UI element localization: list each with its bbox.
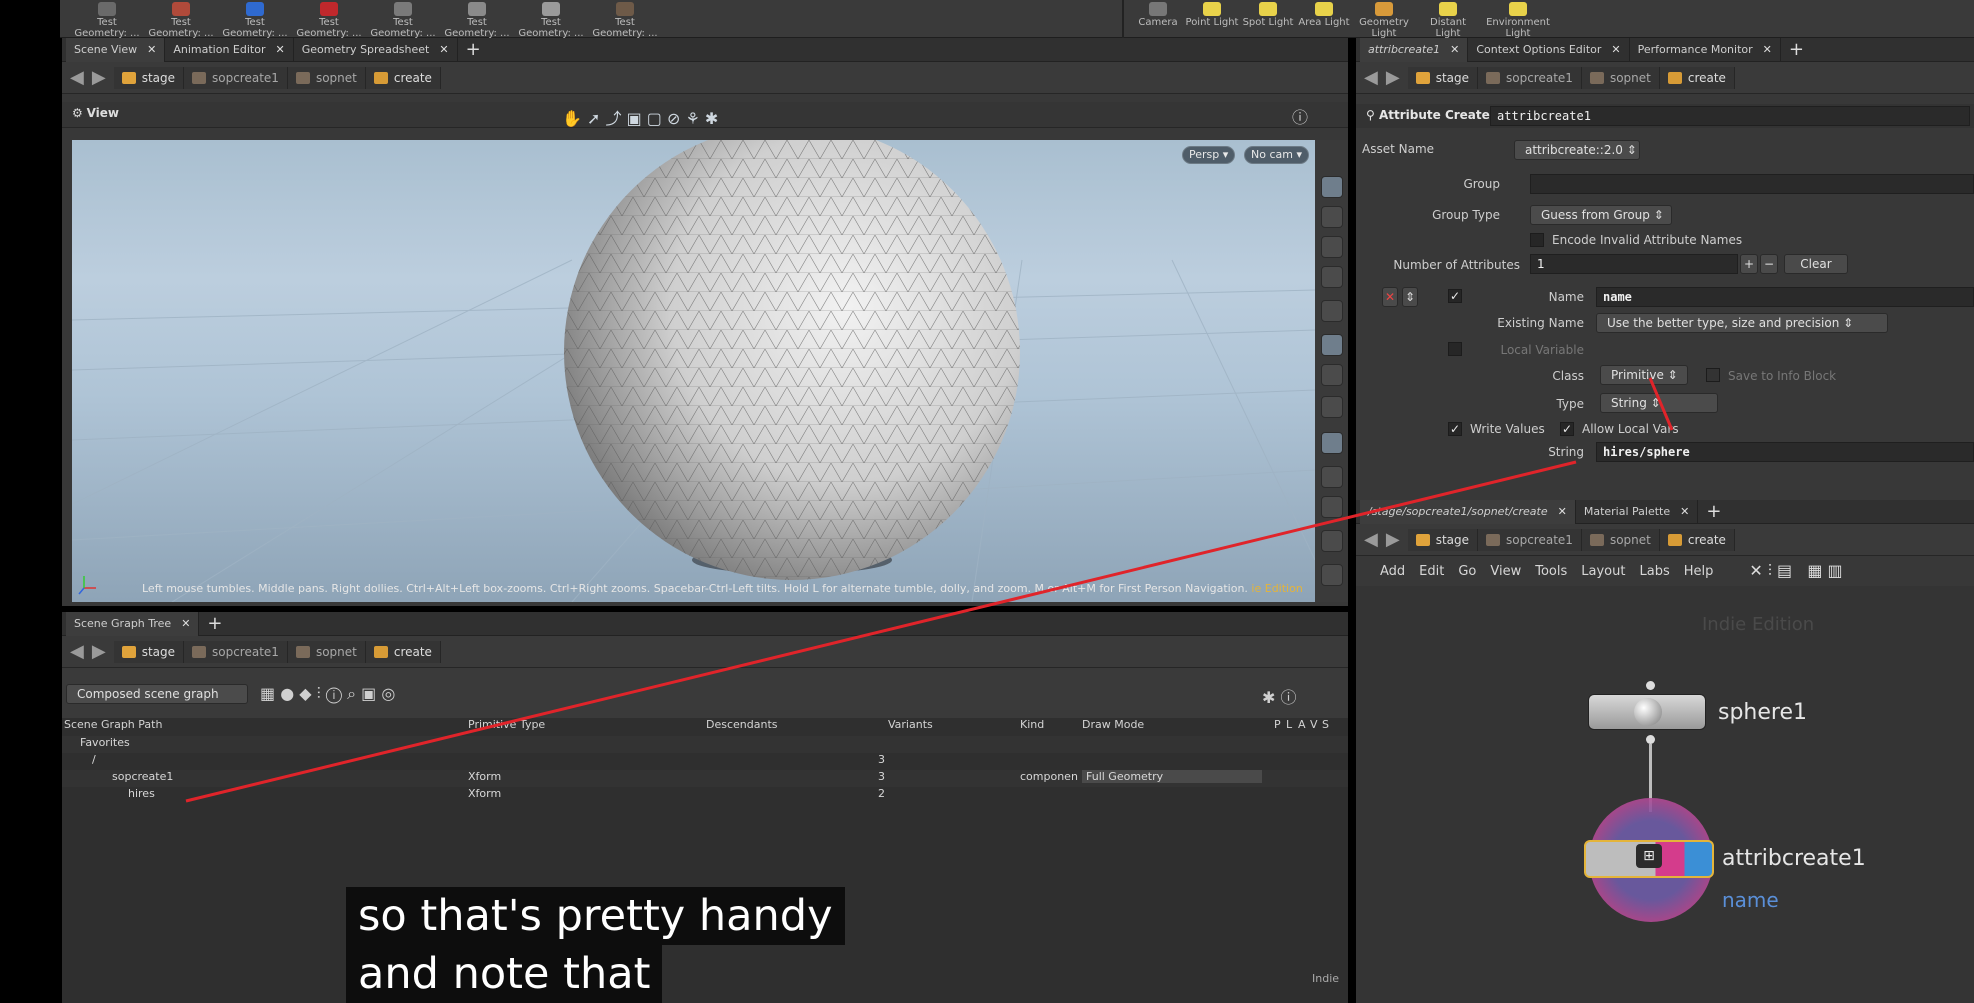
houdini-window: Test Geometry: ... Test Geometry: ... Te… bbox=[0, 0, 1974, 1003]
annotation-overlay bbox=[185, 377, 1674, 803]
subtitle-line-2: and note that bbox=[346, 945, 663, 1003]
subtitle-line-1: so that's pretty handy bbox=[346, 887, 845, 945]
